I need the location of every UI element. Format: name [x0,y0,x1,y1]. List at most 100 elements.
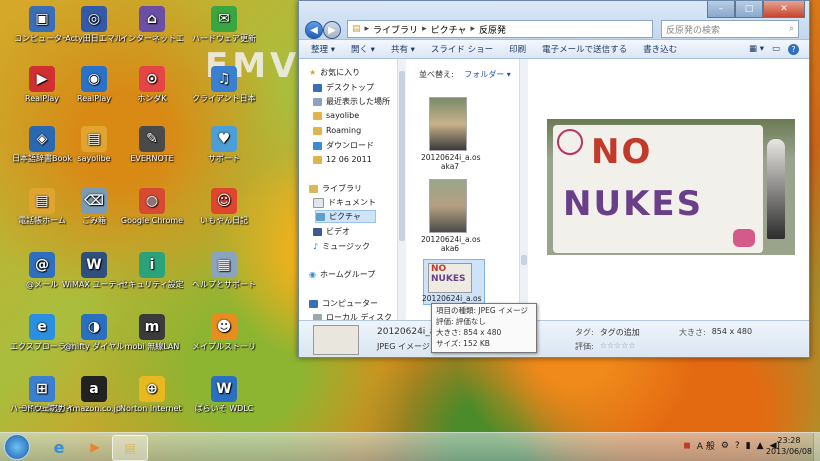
help-icon[interactable]: ? [735,441,740,451]
slideshow-button[interactable]: スライド ショー [431,43,493,55]
title-bar[interactable]: – □ ✕ ◀ ▶ ▤ ▸ ライブラリ ▸ ピクチャ ▸ 反原発 反原発の検索 … [299,1,809,39]
back-arrow-icon[interactable]: ◀ [305,21,323,39]
burn-button[interactable]: 書き込む [643,43,677,55]
nav-sayolibe[interactable]: sayolibe [313,111,359,120]
file-tooltip: 項目の種類: JPEG イメージ 評価: 評価なし 大きさ: 854 x 480… [431,303,537,353]
desktop-icon[interactable]: ⌫ ごみ箱 [62,188,126,226]
preview-pane-icon[interactable]: ▭ [772,44,780,55]
desktop-icon[interactable]: ◑ @nifty ダイヤル [62,314,126,352]
favorites-header[interactable]: ★ お気に入り [309,67,360,78]
help-icon[interactable]: ? [788,43,799,55]
folder-icon [313,155,322,164]
sort-dropdown[interactable]: フォルダー ▾ [464,70,511,79]
nav-computer[interactable]: コンピューター [309,298,378,309]
nav-pictures[interactable]: ピクチャ [315,210,376,223]
explorer-taskbar-button[interactable]: ▤ [112,435,148,461]
libraries-header[interactable]: ライブラリ [309,183,362,194]
nav-folder-2011[interactable]: 12 06 2011 [313,155,372,164]
nav-recent-places[interactable]: 最近表示した場所 [313,96,390,107]
nav-videos[interactable]: ビデオ [313,226,350,237]
nav-desktop[interactable]: デスクトップ [313,82,374,93]
close-button[interactable]: ✕ [763,1,805,18]
show-hidden-icons[interactable]: ▲ [757,441,764,451]
computer-icon [309,299,318,308]
desktop-icon[interactable]: ◉ RealPlay [62,66,126,104]
details-pane: 20120624i_a.o JPEG イメージ 定 タグ: タグの追加 評価: … [299,320,809,357]
desktop-icon-label: ヘルプとサポート [192,280,256,289]
internet-explorer-icon[interactable]: e [42,435,76,459]
preview-image: NO NUKES [547,119,795,255]
file-thumbnail: NO NUKES [428,263,472,293]
share-button[interactable]: 共有 ▾ [391,43,415,55]
desktop-icon[interactable]: ✎ EVERNOTE [120,126,184,164]
desktop-icon[interactable]: ⌂ インターネットエクスプローラ [120,6,184,44]
search-input[interactable]: 反原発の検索 ⌕ [661,20,799,38]
desktop-icon[interactable]: ⊕ Norton Internet Security [120,376,184,414]
file-scrollbar[interactable] [519,59,528,321]
forward-arrow-icon[interactable]: ▶ [323,21,341,39]
nav-scroll-thumb[interactable] [399,71,405,241]
tag-add-field[interactable]: タグの追加 [600,327,640,338]
app-icon: ✎ [139,126,165,152]
app-icon: ⌫ [81,188,107,214]
ime-options-icon[interactable]: ⚙ [721,441,729,451]
ime-indicator[interactable]: A 般 [697,439,715,452]
maximize-button[interactable]: □ [735,1,763,18]
desktop-icon[interactable]: ◍ Google Chrome [120,188,184,226]
start-button[interactable] [4,434,30,460]
view-options-icon[interactable]: ▦ ▾ [749,44,764,55]
desktop-icon[interactable]: i セキュリティ設定 [120,252,184,290]
file-scroll-thumb[interactable] [521,255,527,265]
desktop-icon[interactable]: ♫ クライアント日本語 [192,66,256,104]
organize-button[interactable]: 整理 ▾ [311,43,335,55]
desktop-icon[interactable]: m mobi 無線LAN [120,314,184,352]
network-icon[interactable]: ▮ [746,441,751,451]
details-dimensions: 大きさ: 854 x 480 [679,327,753,337]
app-icon: ⊙ [139,66,165,92]
email-button[interactable]: 電子メールで送信する [542,43,627,55]
app-icon: ◑ [81,314,107,340]
desktop-icon[interactable]: W ぱらいそ WDLC [192,376,256,414]
rating-stars[interactable]: ☆☆☆☆☆ [600,341,636,352]
desktop-icon[interactable]: ☻ メイプルストーリー [192,314,256,352]
pictures-icon [316,212,325,221]
tray-app-icon[interactable]: ◼ [683,441,690,451]
desktop-icon[interactable]: ✉ ハードウェア更新 [192,6,256,44]
breadcrumb-libraries[interactable]: ライブラリ [373,23,418,36]
clock-date: 2013/06/08 [765,447,812,456]
app-icon: ▶ [29,66,55,92]
file-item-selected[interactable]: NO NUKES 20120624i_a.os [422,259,485,305]
nav-scrollbar[interactable] [397,59,406,321]
app-icon: ☻ [211,314,237,340]
nav-homegroup[interactable]: ◉ ホームグループ [309,269,375,280]
desktop-icon-label: セキュリティ設定 [120,280,184,289]
explorer-window[interactable]: – □ ✕ ◀ ▶ ▤ ▸ ライブラリ ▸ ピクチャ ▸ 反原発 反原発の検索 … [298,0,810,358]
nav-roaming[interactable]: Roaming [313,126,361,135]
app-icon: ▣ [29,6,55,32]
desktop-icon[interactable]: ♥ サポート [192,126,256,164]
desktop-icon[interactable]: ⊞ ハードウェアガイド [10,376,74,414]
open-button[interactable]: 開く ▾ [351,43,375,55]
nav-documents[interactable]: ドキュメント [313,197,376,208]
breadcrumb-pictures[interactable]: ピクチャ [431,23,467,36]
print-button[interactable]: 印刷 [509,43,526,55]
nav-music[interactable]: ♪ ミュージック [313,241,370,252]
desktop-icon[interactable]: ◎ Acty田日エマル [62,6,126,44]
address-bar[interactable]: ▤ ▸ ライブラリ ▸ ピクチャ ▸ 反原発 [347,20,653,38]
desktop-icon[interactable]: ▤ sayolibe [62,126,126,164]
desktop-icon[interactable]: ⊙ ホンダK [120,66,184,104]
minimize-button[interactable]: – [707,1,735,18]
clock[interactable]: 23:28 2013/06/08 [766,435,812,457]
breadcrumb-current[interactable]: 反原発 [479,23,506,36]
media-player-icon[interactable]: ▶ [78,435,112,459]
show-desktop-button[interactable] [813,433,820,461]
desktop-icon-label: EVERNOTE [130,154,174,163]
desktop-icon[interactable]: W WiMAX ユーティリティ [62,252,126,290]
desktop-icon[interactable]: ▦ ヘルプとサポート [192,252,256,290]
app-icon: ✉ [211,6,237,32]
nuclear-banner: NO NUKES [553,125,763,253]
desktop-icon-label: Google Chrome [120,216,184,225]
homegroup-icon: ◉ [309,270,316,279]
nav-downloads[interactable]: ダウンロード [313,140,374,151]
desktop-icon[interactable]: ☺ いもやん日記 [192,188,256,226]
